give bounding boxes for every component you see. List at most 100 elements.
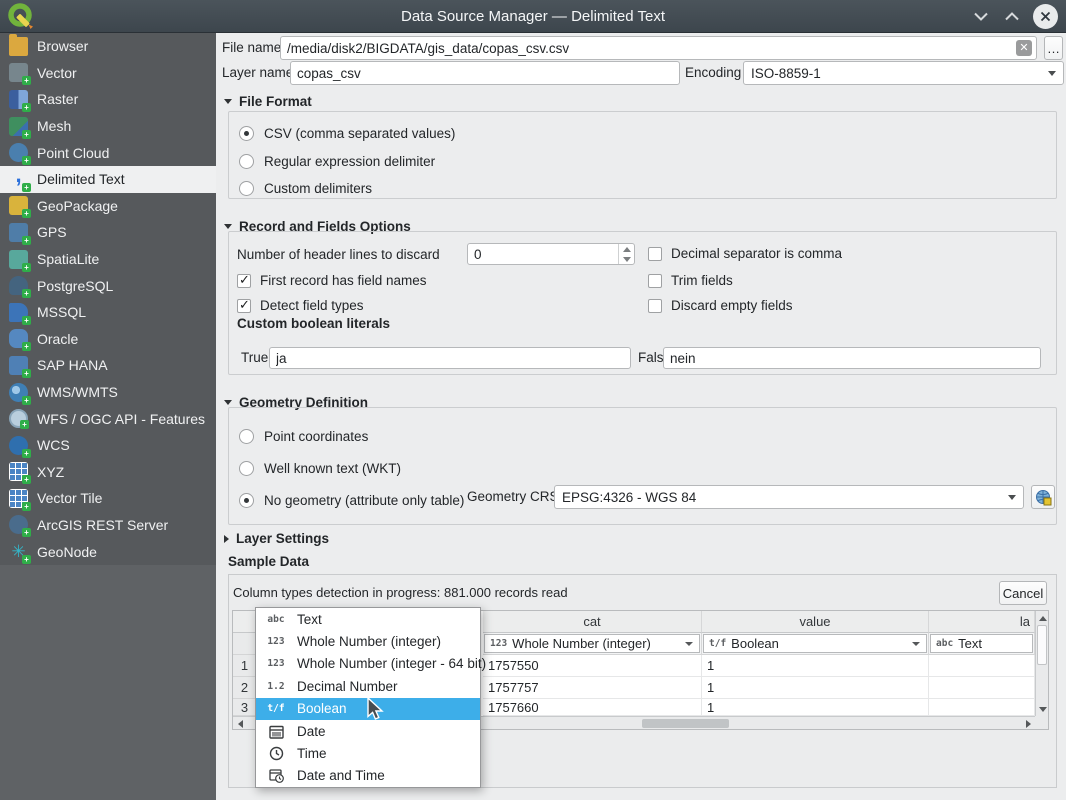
cancel-button[interactable]: Cancel (999, 581, 1047, 605)
row-number[interactable]: 3 (233, 699, 257, 716)
radio-point-coordinates[interactable]: Point coordinates (239, 429, 368, 444)
scroll-right-icon[interactable] (1022, 717, 1034, 730)
scroll-down-icon[interactable] (1036, 703, 1049, 715)
checkbox-decimal-separator[interactable]: Decimal separator is comma (648, 246, 842, 261)
boolean-type-icon: t/f (263, 703, 289, 714)
column-header-value[interactable]: value (702, 611, 929, 633)
table-cell[interactable] (929, 699, 1035, 716)
table-cell[interactable]: 1 (702, 655, 929, 677)
radio-custom-delimiters[interactable]: Custom delimiters (239, 181, 372, 196)
radio-label: CSV (comma separated values) (264, 126, 455, 141)
checkbox-discard-empty-fields[interactable]: Discard empty fields (648, 298, 793, 313)
sidebar-item-postgresql[interactable]: PostgreSQL (0, 272, 216, 299)
row-number[interactable]: 2 (233, 677, 257, 699)
menu-item-time[interactable]: Time (256, 742, 480, 764)
integer-type-icon: 123 (263, 636, 289, 647)
scroll-up-icon[interactable] (1036, 612, 1049, 624)
geometry-crs-combo[interactable]: EPSG:4326 - WGS 84 (554, 485, 1024, 509)
sidebar-item-label: ArcGIS REST Server (37, 517, 168, 533)
spin-buttons (618, 244, 634, 264)
sidebar-item-label: WFS / OGC API - Features (37, 411, 205, 427)
header-lines-input[interactable] (468, 244, 634, 264)
chevron-down-icon (1008, 495, 1016, 500)
row-number[interactable]: 1 (233, 655, 257, 677)
sidebar-item-mssql[interactable]: MSSQL (0, 299, 216, 326)
menu-item-whole-number[interactable]: 123 Whole Number (integer) (256, 630, 480, 652)
sidebar-item-wcs[interactable]: WCS (0, 432, 216, 459)
layer-settings-header[interactable]: Layer Settings (224, 531, 329, 546)
header-lines-spinbox[interactable] (467, 243, 635, 265)
sidebar-item-gps[interactable]: GPS (0, 219, 216, 246)
table-cell[interactable]: 1757660 (483, 699, 702, 716)
browse-button[interactable]: … (1044, 36, 1063, 60)
radio-no-geometry[interactable]: No geometry (attribute only table) (239, 493, 464, 508)
sidebar-item-arcgis-rest[interactable]: ArcGIS REST Server (0, 512, 216, 539)
menu-item-date-and-time[interactable]: Date and Time (256, 765, 480, 787)
vertical-scroll-thumb[interactable] (1037, 625, 1047, 665)
menu-item-text[interactable]: abc Text (256, 608, 480, 630)
sidebar-item-vector[interactable]: Vector (0, 60, 216, 87)
sidebar-item-vector-tile[interactable]: Vector Tile (0, 485, 216, 512)
table-cell[interactable]: 1 (702, 677, 929, 699)
spin-up-icon[interactable] (619, 244, 634, 254)
encoding-combo[interactable]: ISO-8859-1 (743, 61, 1064, 85)
clear-icon[interactable]: ✕ (1016, 40, 1032, 56)
table-cell[interactable] (929, 655, 1035, 677)
checkbox-detect-field-types[interactable]: Detect field types (237, 298, 364, 313)
type-combo-value[interactable]: t/f Boolean (703, 634, 927, 653)
chevron-down-icon[interactable] (971, 7, 991, 27)
true-literal-input[interactable] (269, 347, 631, 369)
sidebar-item-oracle[interactable]: Oracle (0, 326, 216, 353)
sidebar-item-point-cloud[interactable]: Point Cloud (0, 139, 216, 166)
decimal-type-icon: 1.2 (263, 681, 289, 692)
layer-name-input[interactable] (290, 61, 680, 85)
sidebar-item-geonode[interactable]: ✳GeoNode (0, 538, 216, 565)
close-button[interactable] (1033, 4, 1058, 29)
data-source-manager-window: Data Source Manager — Delimited Text Bro… (0, 0, 1066, 800)
sidebar-item-label: GPS (37, 224, 67, 240)
file-format-header[interactable]: File Format (224, 94, 312, 109)
radio-icon (239, 429, 254, 444)
expand-caret-icon (224, 535, 229, 543)
custom-boolean-title: Custom boolean literals (237, 316, 390, 331)
type-combo-label[interactable]: abc Text (930, 634, 1033, 653)
tiles-icon (9, 462, 28, 481)
chevron-up-icon[interactable] (1002, 7, 1022, 27)
geometry-frame: Point coordinates Well known text (WKT) … (228, 407, 1057, 525)
spin-down-icon[interactable] (619, 254, 634, 264)
radio-wkt[interactable]: Well known text (WKT) (239, 461, 401, 476)
sidebar-item-wfs[interactable]: WFS / OGC API - Features (0, 405, 216, 432)
sidebar-item-spatialite[interactable]: SpatiaLite (0, 246, 216, 273)
checkbox-first-record-names[interactable]: First record has field names (237, 273, 427, 288)
sidebar-item-delimited-text[interactable]: ,Delimited Text (0, 166, 216, 193)
scroll-left-icon[interactable] (234, 717, 246, 730)
corner-header-cell (233, 611, 257, 633)
table-cell[interactable]: 1 (702, 699, 929, 716)
type-combo-cat[interactable]: 123 Whole Number (integer) (484, 634, 700, 653)
sidebar-item-xyz[interactable]: XYZ (0, 459, 216, 486)
select-crs-button[interactable] (1031, 485, 1055, 509)
menu-item-decimal-number[interactable]: 1.2 Decimal Number (256, 675, 480, 697)
calendar-clock-icon (263, 768, 289, 783)
radio-csv[interactable]: CSV (comma separated values) (239, 126, 455, 141)
source-type-sidebar: Browser Vector Raster Mesh Point Cloud ,… (0, 33, 216, 800)
menu-item-whole-number-64[interactable]: 123 Whole Number (integer - 64 bit) (256, 653, 480, 675)
column-header-cat[interactable]: cat (483, 611, 702, 633)
sidebar-item-browser[interactable]: Browser (0, 33, 216, 60)
table-cell[interactable]: 1757550 (483, 655, 702, 677)
table-cell[interactable] (929, 677, 1035, 699)
sidebar-item-wms-wmts[interactable]: WMS/WMTS (0, 379, 216, 406)
table-cell[interactable]: 1757757 (483, 677, 702, 699)
radio-regexp-delimiter[interactable]: Regular expression delimiter (239, 154, 435, 169)
file-name-input[interactable] (280, 36, 1037, 60)
sidebar-item-mesh[interactable]: Mesh (0, 113, 216, 140)
sidebar-item-geopackage[interactable]: GeoPackage (0, 193, 216, 220)
sidebar-item-raster[interactable]: Raster (0, 86, 216, 113)
checkbox-label: First record has field names (260, 273, 427, 288)
sidebar-item-sap-hana[interactable]: SAP HANA (0, 352, 216, 379)
checkbox-trim-fields[interactable]: Trim fields (648, 273, 733, 288)
column-header-label[interactable]: la (929, 611, 1035, 633)
vertical-scrollbar[interactable] (1035, 611, 1048, 716)
false-literal-input[interactable] (663, 347, 1041, 369)
horizontal-scroll-thumb[interactable] (642, 719, 729, 728)
